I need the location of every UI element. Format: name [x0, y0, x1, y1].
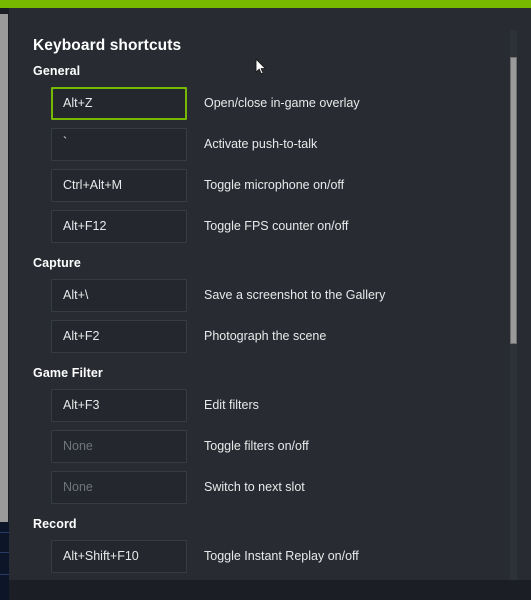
shortcut-key-input[interactable]: Alt+F3 — [51, 389, 187, 422]
geforce-overlay-settings-window: Keyboard shortcuts General Alt+Z Open/clos… — [0, 0, 531, 600]
left-edge-dark-strip — [0, 522, 9, 600]
shortcut-description: Toggle FPS counter on/off — [204, 219, 349, 233]
shortcut-key-input[interactable]: Ctrl+Alt+M — [51, 169, 187, 202]
section-header: General — [33, 64, 81, 78]
shortcut-description: Photograph the scene — [204, 329, 327, 343]
shortcut-row: Ctrl+Alt+M Toggle microphone on/off — [9, 169, 531, 202]
section-header: Capture — [33, 256, 81, 270]
shortcut-key-value: Ctrl+Alt+M — [63, 178, 123, 192]
shortcut-description: Save a screenshot to the Gallery — [204, 288, 386, 302]
shortcut-row: None Switch to next slot — [9, 471, 531, 504]
shortcut-key-value: ` — [63, 135, 68, 149]
left-edge-scroll-strip[interactable] — [0, 14, 8, 522]
shortcut-description: Activate push-to-talk — [204, 137, 318, 151]
shortcut-key-input[interactable]: Alt+Z — [51, 87, 187, 120]
shortcut-key-input[interactable]: Alt+Shift+F10 — [51, 540, 187, 573]
shortcut-description: Toggle filters on/off — [204, 439, 309, 453]
shortcut-key-value: None — [63, 439, 93, 453]
section-header: Game Filter — [33, 366, 103, 380]
shortcut-key-input[interactable]: None — [51, 430, 187, 463]
accent-bar — [0, 0, 531, 8]
shortcut-key-input[interactable]: Alt+F12 — [51, 210, 187, 243]
shortcut-row: Alt+F3 Edit filters — [9, 389, 531, 422]
shortcut-row: Alt+F12 Toggle FPS counter on/off — [9, 210, 531, 243]
shortcut-key-value: Alt+F2 — [63, 329, 100, 343]
shortcut-description: Toggle Instant Replay on/off — [204, 549, 359, 563]
shortcut-key-value: Alt+\ — [63, 288, 89, 302]
vertical-scrollbar-thumb[interactable] — [510, 57, 517, 344]
shortcut-description: Toggle microphone on/off — [204, 178, 345, 192]
shortcut-key-input[interactable]: Alt+\ — [51, 279, 187, 312]
shortcut-description: Open/close in-game overlay — [204, 96, 360, 110]
shortcut-row: Alt+F2 Photograph the scene — [9, 320, 531, 353]
shortcut-key-value: Alt+Z — [63, 96, 93, 110]
shortcut-key-value: Alt+Shift+F10 — [63, 549, 139, 563]
shortcut-key-value: Alt+F3 — [63, 398, 100, 412]
shortcut-key-value: Alt+F12 — [63, 219, 107, 233]
shortcut-row: Alt+\ Save a screenshot to the Gallery — [9, 279, 531, 312]
page-title: Keyboard shortcuts — [33, 37, 182, 54]
shortcut-row: Alt+Shift+F10 Toggle Instant Replay on/of… — [9, 540, 531, 573]
shortcut-row: ` Activate push-to-talk — [9, 128, 531, 161]
shortcut-key-input[interactable]: None — [51, 471, 187, 504]
section-header: Record — [33, 517, 77, 531]
keyboard-shortcuts-panel: Keyboard shortcuts General Alt+Z Open/clos… — [9, 8, 531, 580]
shortcut-key-input[interactable]: ` — [51, 128, 187, 161]
shortcut-description: Switch to next slot — [204, 480, 305, 494]
shortcut-key-value: None — [63, 480, 93, 494]
shortcut-key-input[interactable]: Alt+F2 — [51, 320, 187, 353]
shortcut-row: None Toggle filters on/off — [9, 430, 531, 463]
shortcut-description: Edit filters — [204, 398, 259, 412]
shortcut-row: Alt+Z Open/close in-game overlay — [9, 87, 531, 120]
